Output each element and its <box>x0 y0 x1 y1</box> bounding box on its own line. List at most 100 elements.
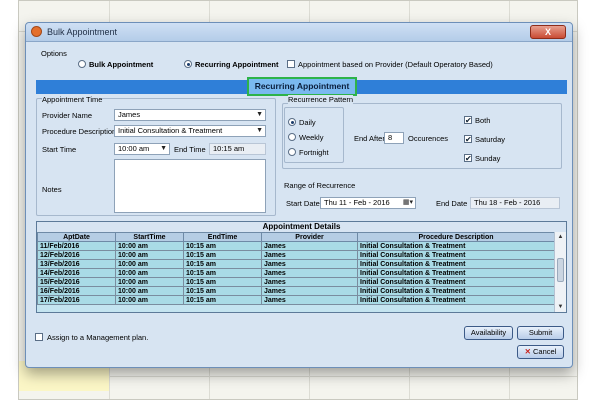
provider-name-label: Provider Name <box>42 111 93 120</box>
calendar-icon[interactable]: ▦▾ <box>403 198 413 208</box>
cell-endtime: 10:15 am <box>183 286 262 296</box>
start-time-select[interactable]: 10:00 am ▼ <box>114 143 170 155</box>
cell-endtime: 10:15 am <box>183 250 262 260</box>
weekly-label: Weekly <box>299 133 324 142</box>
saturday-label: Saturday <box>475 135 506 144</box>
start-date-picker[interactable]: Thu 11 - Feb - 2016 ▦▾ <box>320 197 416 209</box>
cell-provider: James <box>261 241 358 251</box>
cell-starttime: 10:00 am <box>115 250 184 260</box>
scrollbar-thumb[interactable] <box>557 258 564 282</box>
table-row[interactable]: 17/Feb/2016 10:00 am 10:15 am James Init… <box>37 295 555 305</box>
start-time-label: Start Time <box>42 145 77 154</box>
cell-starttime: 10:00 am <box>115 241 184 251</box>
cell-aptdate: 12/Feb/2016 <box>37 250 116 260</box>
notes-textarea[interactable] <box>114 159 266 213</box>
options-group: Options Bulk Appointment Recurring Appoi… <box>36 49 564 79</box>
appointment-time-label: Appointment Time <box>42 95 103 104</box>
column-header-aptdate[interactable]: AptDate <box>37 232 116 242</box>
both-checkbox[interactable]: ✔ <box>464 116 472 125</box>
column-header-starttime[interactable]: StartTime <box>115 232 184 242</box>
submit-button[interactable]: Submit <box>517 326 564 340</box>
saturday-checkbox[interactable]: ✔ <box>464 135 472 144</box>
sunday-checkbox[interactable]: ✔ <box>464 154 472 163</box>
cell-procedure: Initial Consultation & Treatment <box>357 241 555 251</box>
procedure-description-select[interactable]: Initial Consultation & Treatment ▼ <box>114 125 266 137</box>
appointment-details-grid: Appointment Details AptDate StartTime En… <box>36 221 567 313</box>
cell-procedure: Initial Consultation & Treatment <box>357 286 555 296</box>
procedure-description-value: Initial Consultation & Treatment <box>118 126 223 135</box>
end-time-label: End Time <box>174 145 206 154</box>
options-label: Options <box>41 49 67 58</box>
daily-radio[interactable] <box>288 118 296 126</box>
cell-aptdate: 11/Feb/2016 <box>37 241 116 251</box>
cell-procedure: Initial Consultation & Treatment <box>357 250 555 260</box>
cell-procedure: Initial Consultation & Treatment <box>357 268 555 278</box>
provider-name-value: James <box>118 110 141 119</box>
chevron-down-icon: ▼ <box>256 127 263 134</box>
table-row[interactable]: 12/Feb/2016 10:00 am 10:15 am James Init… <box>37 250 555 260</box>
column-header-endtime[interactable]: EndTime <box>183 232 262 242</box>
fortnight-label: Fortnight <box>299 148 329 157</box>
weekly-radio[interactable] <box>288 133 296 141</box>
chevron-down-icon: ▼ <box>160 145 167 152</box>
start-date-label: Start Date <box>286 199 320 208</box>
fortnight-radio[interactable] <box>288 148 296 156</box>
recurring-appointment-label: Recurring Appointment <box>195 60 279 69</box>
end-time-value: 10:15 am <box>209 143 266 155</box>
provider-based-checkbox[interactable] <box>287 60 295 68</box>
cell-starttime: 10:00 am <box>115 277 184 287</box>
cancel-button[interactable]: ✕ Cancel <box>517 345 564 359</box>
cell-provider: James <box>261 277 358 287</box>
notes-label: Notes <box>42 185 62 194</box>
table-row[interactable]: 11/Feb/2016 10:00 am 10:15 am James Init… <box>37 241 555 251</box>
start-date-value: Thu 11 - Feb - 2016 <box>324 198 390 207</box>
recurrence-pattern-label: Recurrence Pattern <box>288 95 354 104</box>
bulk-appointment-label: Bulk Appointment <box>89 60 154 69</box>
cell-aptdate: 13/Feb/2016 <box>37 259 116 269</box>
daily-label: Daily <box>299 118 316 127</box>
cell-provider: James <box>261 268 358 278</box>
end-date-value: Thu 18 - Feb - 2016 <box>470 197 560 209</box>
chevron-down-icon: ▼ <box>256 111 263 118</box>
app-icon <box>31 26 42 37</box>
end-after-input[interactable]: 8 <box>384 132 404 144</box>
cell-endtime: 10:15 am <box>183 268 262 278</box>
cell-endtime: 10:15 am <box>183 259 262 269</box>
cell-starttime: 10:00 am <box>115 259 184 269</box>
cell-aptdate: 15/Feb/2016 <box>37 277 116 287</box>
recurring-appointment-radio[interactable] <box>184 60 192 68</box>
table-row[interactable]: 14/Feb/2016 10:00 am 10:15 am James Init… <box>37 268 555 278</box>
management-plan-checkbox[interactable] <box>35 333 43 341</box>
cell-endtime: 10:15 am <box>183 277 262 287</box>
table-row[interactable]: 15/Feb/2016 10:00 am 10:15 am James Init… <box>37 277 555 287</box>
bulk-appointment-radio[interactable] <box>78 60 86 68</box>
bulk-appointment-dialog: Bulk Appointment X Options Bulk Appointm… <box>25 22 573 368</box>
table-row[interactable]: 16/Feb/2016 10:00 am 10:15 am James Init… <box>37 286 555 296</box>
recurring-appointment-header: Recurring Appointment <box>247 77 357 96</box>
cell-provider: James <box>261 259 358 269</box>
range-of-recurrence-label: Range of Recurrence <box>284 181 356 190</box>
close-button[interactable]: X <box>530 25 566 39</box>
cell-starttime: 10:00 am <box>115 286 184 296</box>
window-title: Bulk Appointment <box>47 27 118 37</box>
cell-aptdate: 17/Feb/2016 <box>37 295 116 305</box>
scroll-up-icon[interactable]: ▲ <box>555 232 566 242</box>
column-header-procedure[interactable]: Procedure Description <box>357 232 555 242</box>
scroll-down-icon[interactable]: ▼ <box>555 302 566 312</box>
cell-procedure: Initial Consultation & Treatment <box>357 277 555 287</box>
cell-provider: James <box>261 250 358 260</box>
cell-procedure: Initial Consultation & Treatment <box>357 295 555 305</box>
availability-button[interactable]: Availability <box>464 326 513 340</box>
grid-scrollbar[interactable]: ▲ ▼ <box>554 232 566 312</box>
occurences-label: Occurences <box>408 134 449 143</box>
column-header-provider[interactable]: Provider <box>261 232 358 242</box>
appointment-details-caption: Appointment Details <box>37 222 566 232</box>
both-label: Both <box>475 116 491 125</box>
cell-aptdate: 14/Feb/2016 <box>37 268 116 278</box>
provider-name-select[interactable]: James ▼ <box>114 109 266 121</box>
cell-aptdate: 16/Feb/2016 <box>37 286 116 296</box>
provider-based-label: Appointment based on Provider (Default O… <box>298 60 493 69</box>
end-date-label: End Date <box>436 199 468 208</box>
table-row[interactable]: 13/Feb/2016 10:00 am 10:15 am James Init… <box>37 259 555 269</box>
appointment-details-table: AptDate StartTime EndTime Provider Proce… <box>37 232 555 305</box>
